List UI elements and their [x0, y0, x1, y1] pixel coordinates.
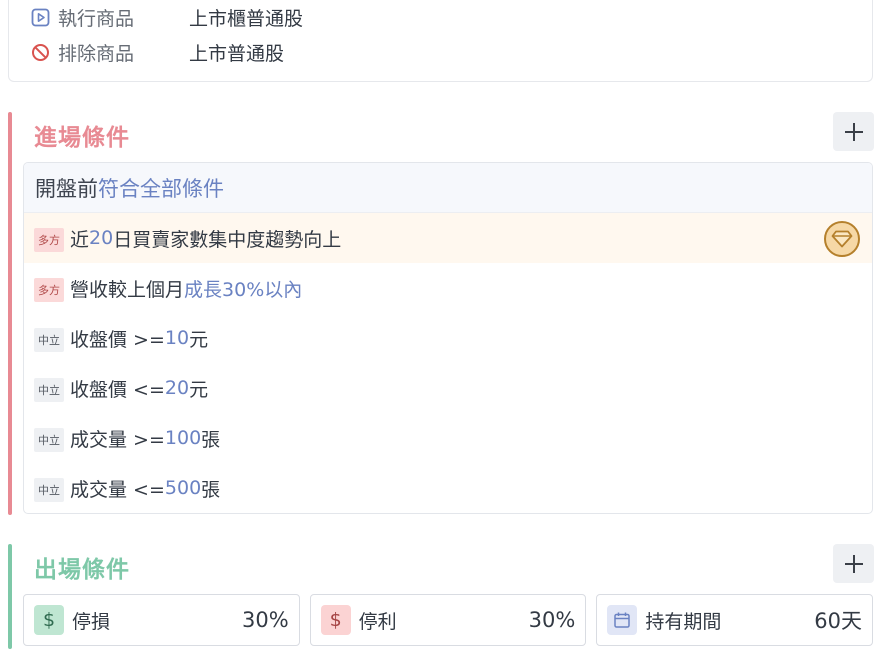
neutral-tag: 中立	[34, 478, 64, 502]
condition-text-pre: 成交量 <=	[70, 478, 165, 501]
prohibited-icon	[31, 43, 50, 62]
exclude-products-row: 排除商品 上市普通股	[31, 39, 284, 65]
condition-text-post: 元	[189, 378, 209, 401]
dollar-icon: $	[34, 605, 64, 635]
play-square-icon	[31, 8, 50, 27]
condition-text-pre: 營收較上個月	[70, 278, 185, 301]
stop-loss-value: 30%	[241, 608, 289, 632]
holding-period-label: 持有期間	[645, 610, 722, 633]
stop-loss-label: 停損	[72, 610, 111, 633]
condition-text-post: 日買賣家數集中度趨勢向上	[113, 228, 342, 251]
condition-group-header: 開盤前 符合全部條件	[24, 163, 872, 213]
condition-text-pre: 收盤價 <=	[70, 378, 165, 401]
exit-condition-cards: $ 停損 30% $ 停利 30% 持有期間 60天	[23, 594, 874, 646]
group-rule-selector[interactable]: 符合全部條件	[98, 173, 224, 203]
stop-loss-card[interactable]: $ 停損 30%	[23, 594, 300, 646]
add-entry-condition-button[interactable]	[833, 112, 874, 151]
plus-icon	[844, 554, 863, 573]
condition-param[interactable]: 100	[165, 427, 201, 449]
condition-param[interactable]: 10	[165, 327, 189, 349]
entry-section-title: 進場條件	[34, 125, 130, 151]
condition-row[interactable]: 中立 成交量 <= 500 張	[24, 463, 872, 513]
execute-products-value: 上市櫃普通股	[189, 7, 304, 30]
neutral-tag: 中立	[34, 428, 64, 452]
condition-param[interactable]: 20	[165, 377, 189, 399]
holding-period-card[interactable]: 持有期間 60天	[596, 594, 874, 646]
condition-text-pre: 成交量 >=	[70, 428, 165, 451]
exit-conditions-section: 出場條件 $ 停損 30% $ 停利 30% 持有期間 60天	[8, 544, 874, 649]
condition-text-pre: 近	[70, 228, 90, 251]
calendar-icon	[607, 605, 638, 635]
condition-row[interactable]: 中立 成交量 >= 100 張	[24, 413, 872, 463]
condition-param[interactable]: 20	[89, 227, 113, 249]
take-profit-card[interactable]: $ 停利 30%	[309, 594, 587, 646]
plus-icon	[844, 122, 863, 141]
condition-row[interactable]: 中立 收盤價 >= 10 元	[24, 313, 872, 363]
take-profit-value: 30%	[528, 608, 576, 632]
exclude-products-label: 排除商品	[58, 42, 135, 65]
condition-text-pre: 收盤價 >=	[70, 328, 165, 351]
dollar-icon: $	[320, 605, 351, 635]
entry-condition-group: 開盤前 符合全部條件 多方 近 20 日買賣家數集中度趨勢向上 多方 營收較上個月 成長…	[23, 162, 873, 514]
condition-row[interactable]: 中立 收盤價 <= 20 元	[24, 363, 872, 413]
holding-period-value: 60天	[814, 609, 863, 633]
condition-row[interactable]: 多方 營收較上個月 成長30%以內	[24, 263, 872, 313]
product-scope-card: 執行商品 上市櫃普通股 排除商品 上市普通股	[8, 0, 873, 82]
take-profit-label: 停利	[358, 610, 397, 633]
execute-products-row: 執行商品 上市櫃普通股	[31, 4, 303, 30]
exit-accent-bar	[8, 544, 12, 649]
neutral-tag: 中立	[34, 378, 64, 402]
condition-text-post: 張	[201, 478, 221, 501]
gem-icon	[824, 221, 860, 257]
bullish-tag: 多方	[34, 228, 64, 252]
entry-conditions-section: 進場條件 開盤前 符合全部條件 多方 近 20 日買賣家數集中度趨勢向上 多方 營收較…	[8, 112, 874, 515]
execute-products-label: 執行商品	[58, 7, 135, 30]
entry-accent-bar	[8, 112, 12, 515]
condition-param[interactable]: 500	[165, 477, 201, 499]
neutral-tag: 中立	[34, 328, 64, 352]
add-exit-condition-button[interactable]	[833, 544, 874, 583]
exit-section-title: 出場條件	[34, 557, 130, 583]
condition-text-post: 張	[201, 428, 221, 451]
condition-text-post: 元	[189, 328, 209, 351]
bullish-tag: 多方	[34, 278, 64, 302]
group-timing-label: 開盤前	[35, 176, 98, 201]
condition-row[interactable]: 多方 近 20 日買賣家數集中度趨勢向上	[24, 213, 872, 263]
condition-param[interactable]: 成長30%以內	[184, 275, 302, 302]
exclude-products-value: 上市普通股	[189, 42, 285, 65]
